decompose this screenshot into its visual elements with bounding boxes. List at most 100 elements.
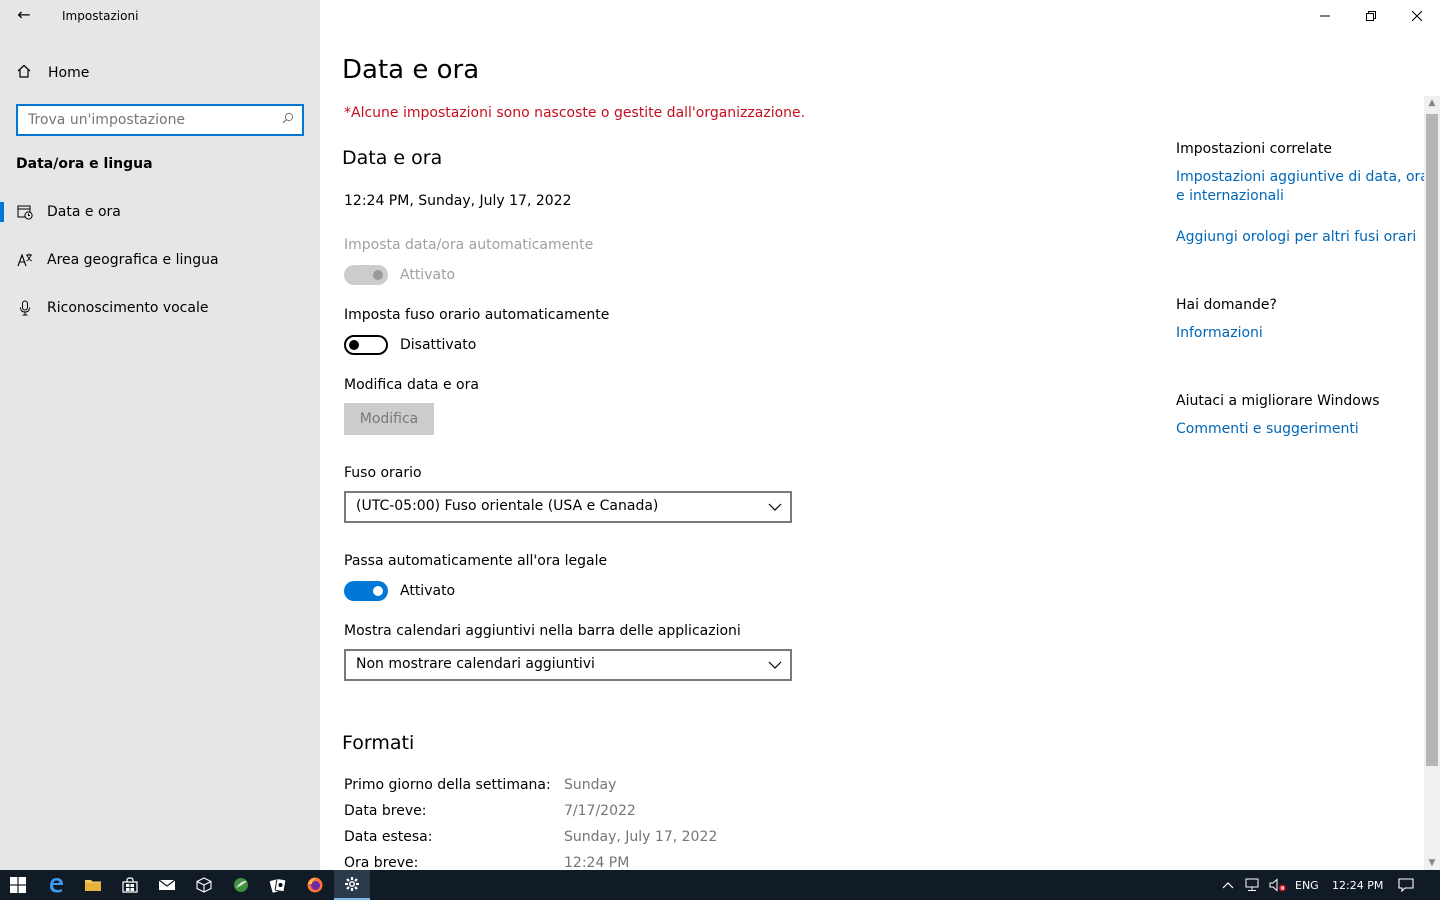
toggle-knob: [349, 340, 359, 350]
window-title: Impostazioni: [62, 9, 139, 23]
cards-icon: [269, 878, 287, 893]
dst-state: Attivato: [400, 583, 456, 599]
settings-window: ← Impostazioni Home Data/ora e lingua Da…: [0, 0, 1440, 870]
sidebar-item-label: Data e ora: [47, 204, 121, 220]
auto-timezone-label: Imposta fuso orario automaticamente: [344, 307, 610, 323]
additional-datetime-link[interactable]: Impostazioni aggiuntive di data, ora e i…: [1176, 169, 1429, 204]
extra-calendars-value: Non mostrare calendari aggiuntivi: [356, 656, 595, 672]
format-value: Sunday, July 17, 2022: [564, 829, 718, 845]
network-icon: [1245, 878, 1259, 891]
toggle-knob: [373, 270, 383, 280]
firefox-icon: [307, 877, 323, 893]
action-center[interactable]: [1398, 870, 1414, 900]
modifica-button: Modifica: [344, 403, 434, 435]
add-clocks-link[interactable]: Aggiungi orologi per altri fusi orari: [1176, 229, 1416, 245]
org-warning-text: *Alcune impostazioni sono nascoste o ges…: [344, 105, 806, 121]
format-value: 12:24 PM: [564, 855, 630, 870]
taskbar-solitaire[interactable]: [260, 870, 296, 900]
taskbar: ENG 12:24 PM: [0, 870, 1440, 900]
edge-icon: [50, 878, 63, 893]
taskbar-explorer[interactable]: [75, 870, 111, 900]
back-arrow-icon[interactable]: ←: [14, 6, 34, 26]
sidebar-item-label: Area geografica e lingua: [47, 252, 219, 268]
start-button[interactable]: [0, 870, 36, 900]
show-hidden-icons[interactable]: [1222, 870, 1234, 900]
vertical-scrollbar[interactable]: ▲ ▼: [1424, 96, 1440, 870]
dst-toggle[interactable]: [344, 581, 388, 601]
current-datetime: 12:24 PM, Sunday, July 17, 2022: [344, 193, 572, 209]
search-box[interactable]: [16, 104, 304, 136]
taskbar-mail[interactable]: [149, 870, 185, 900]
page-title: Data e ora: [342, 55, 480, 85]
taskbar-firefox[interactable]: [297, 870, 333, 900]
sidebar-item-label: Riconoscimento vocale: [47, 300, 209, 316]
cube-icon: [196, 877, 212, 893]
timezone-dropdown[interactable]: (UTC-05:00) Fuso orientale (USA e Canada…: [344, 491, 792, 523]
auto-timezone-toggle[interactable]: [344, 335, 388, 355]
folder-icon: [85, 880, 101, 891]
store-icon: [122, 877, 138, 893]
mail-icon: [158, 879, 176, 890]
related-settings-title: Impostazioni correlate: [1176, 141, 1333, 157]
timezone-label: Fuso orario: [344, 465, 422, 481]
clock-calendar-icon: [16, 203, 34, 221]
info-link[interactable]: Informazioni: [1176, 325, 1263, 341]
formats-title: Formati: [342, 732, 415, 754]
timezone-value: (UTC-05:00) Fuso orientale (USA e Canada…: [356, 498, 659, 514]
home-label: Home: [48, 65, 90, 81]
microphone-icon: [16, 299, 34, 317]
dst-label: Passa automaticamente all'ora legale: [344, 553, 608, 569]
extra-calendars-dropdown[interactable]: Non mostrare calendari aggiuntivi: [344, 649, 792, 681]
questions-title: Hai domande?: [1176, 297, 1277, 313]
auto-time-state: Attivato: [400, 267, 456, 283]
format-label: Data estesa:: [344, 829, 433, 845]
sidebar-section-title: Data/ora e lingua: [16, 156, 153, 172]
taskbar-edge[interactable]: [38, 870, 74, 900]
globe-leaf-icon: [234, 878, 248, 892]
windows-logo-icon: [10, 877, 26, 893]
chevron-up-icon: [1222, 882, 1234, 889]
scrollbar-thumb[interactable]: [1426, 114, 1438, 766]
format-value: 7/17/2022: [564, 803, 636, 819]
sidebar-item-data-e-ora[interactable]: Data e ora: [0, 192, 320, 232]
scroll-down-icon[interactable]: ▼: [1424, 856, 1440, 870]
volume-muted-icon: [1269, 878, 1286, 892]
language-icon: [16, 251, 34, 269]
input-language[interactable]: ENG: [1295, 870, 1319, 900]
network-tray[interactable]: [1245, 870, 1261, 900]
auto-timezone-state: Disattivato: [400, 337, 477, 353]
extra-calendars-label: Mostra calendari aggiuntivi nella barra …: [344, 623, 741, 639]
link-line: e internazionali: [1176, 188, 1284, 204]
format-value: Sunday: [564, 777, 617, 793]
taskbar-3d[interactable]: [186, 870, 222, 900]
sidebar: ← Impostazioni Home Data/ora e lingua Da…: [0, 0, 320, 870]
scroll-up-icon[interactable]: ▲: [1424, 96, 1440, 110]
taskbar-app[interactable]: [223, 870, 259, 900]
format-label: Ora breve:: [344, 855, 419, 870]
auto-time-label: Imposta data/ora automaticamente: [344, 237, 594, 253]
search-icon: [282, 112, 294, 124]
format-label: Data breve:: [344, 803, 427, 819]
toggle-knob: [373, 586, 383, 596]
change-datetime-label: Modifica data e ora: [344, 377, 479, 393]
chevron-down-icon: [768, 503, 782, 511]
chevron-down-icon: [768, 661, 782, 669]
gear-icon: [345, 877, 359, 891]
home-icon: [16, 63, 34, 83]
sidebar-item-riconoscimento-vocale[interactable]: Riconoscimento vocale: [0, 288, 320, 328]
feedback-link[interactable]: Commenti e suggerimenti: [1176, 421, 1359, 437]
home-nav-item[interactable]: Home: [16, 62, 89, 84]
improve-windows-title: Aiutaci a migliorare Windows: [1176, 393, 1380, 409]
taskbar-clock[interactable]: 12:24 PM: [1332, 870, 1383, 900]
taskbar-settings[interactable]: [334, 870, 370, 900]
main-content: Data e ora *Alcune impostazioni sono nas…: [320, 0, 1440, 870]
taskbar-store[interactable]: [112, 870, 148, 900]
sidebar-item-area-geografica[interactable]: Area geografica e lingua: [0, 240, 320, 280]
format-label: Primo giorno della settimana:: [344, 777, 551, 793]
search-input[interactable]: [26, 111, 276, 129]
auto-time-toggle: [344, 265, 388, 285]
section-title: Data e ora: [342, 147, 443, 169]
notification-icon: [1398, 878, 1414, 893]
volume-tray[interactable]: [1269, 870, 1287, 900]
link-line: Impostazioni aggiuntive di data, ora: [1176, 169, 1429, 185]
